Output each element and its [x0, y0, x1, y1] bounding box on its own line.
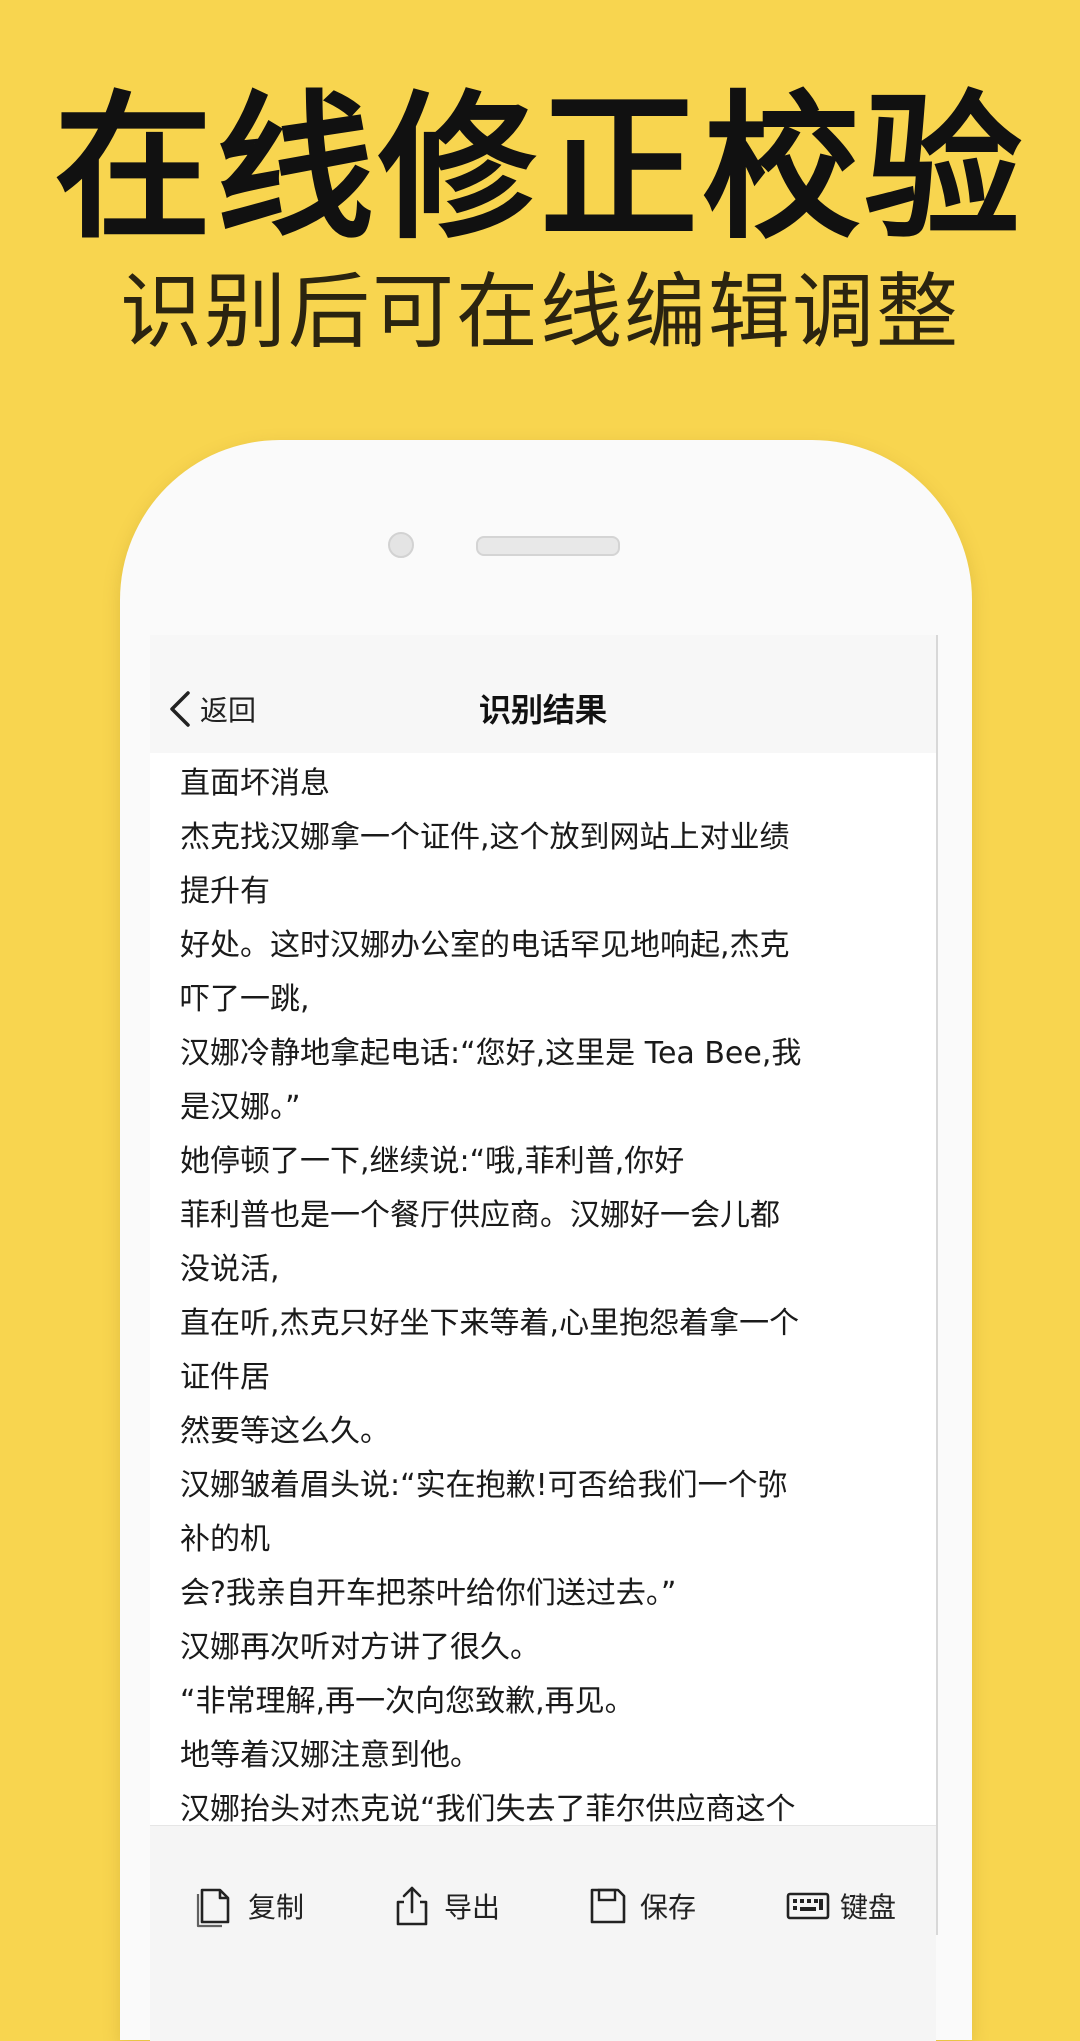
keyboard-icon: [786, 1892, 830, 1920]
bottom-toolbar: 复制 导出 保存 键盘: [150, 1825, 936, 2041]
save-icon: [590, 1888, 626, 1924]
text-line: 吓了一跳,: [180, 982, 310, 1017]
text-line: 菲利普也是一个餐厅供应商。汉娜好一会儿都: [180, 1198, 780, 1233]
text-line: “非常理解,再一次向您致歉,再见。: [180, 1684, 635, 1719]
text-line: 直在听,杰克只好坐下来等着,心里抱怨着拿一个: [180, 1306, 800, 1341]
export-button[interactable]: 导出: [390, 1881, 500, 1931]
text-line: 汉娜皱着眉头说:“实在抱歉!可否给我们一个弥: [180, 1468, 788, 1503]
text-line: 然要等这么久。: [180, 1414, 390, 1449]
text-line: 地等着汉娜注意到他。: [180, 1738, 480, 1773]
keyboard-label: 键盘: [840, 1891, 897, 1924]
text-line: 提升有: [180, 874, 270, 909]
save-button[interactable]: 保存: [586, 1881, 696, 1931]
text-line: 补的机: [180, 1522, 270, 1557]
text-line: 汉娜冷静地拿起电话:“您好,这里是 Tea Bee,我: [180, 1036, 802, 1071]
text-line: 杰克找汉娜拿一个证件,这个放到网站上对业绩: [180, 820, 790, 855]
share-export-icon: [396, 1886, 428, 1926]
text-line: 汉娜再次听对方讲了很久。: [180, 1630, 540, 1665]
recognized-text-area[interactable]: 直面坏消息 杰克找汉娜拿一个证件,这个放到网站上对业绩 提升有 好处。这时汉娜办…: [180, 757, 910, 1935]
page-title: 识别结果: [478, 691, 607, 729]
save-label: 保存: [640, 1891, 697, 1924]
text-line: 证件居: [180, 1360, 270, 1395]
copy-label: 复制: [248, 1891, 305, 1924]
text-line: 直面坏消息: [180, 766, 330, 801]
phone-camera: [388, 532, 414, 558]
text-line: 是汉娜。”: [180, 1090, 301, 1125]
navigation-bar: 返回 识别结果: [150, 635, 936, 753]
promo-subtitle: 识别后可在线编辑调整: [119, 265, 960, 360]
text-line: 好处。这时汉娜办公室的电话罕见地响起,杰克: [180, 928, 790, 963]
text-line: 她停顿了一下,继续说:“哦,菲利普,你好: [180, 1144, 685, 1179]
promo-title: 在线修正校验: [54, 77, 1026, 261]
keyboard-button[interactable]: 键盘: [786, 1881, 896, 1931]
text-line: 没说活,: [180, 1252, 280, 1287]
copy-button[interactable]: 复制: [194, 1881, 304, 1931]
copy-document-icon: [196, 1888, 230, 1928]
text-line: 会?我亲自开车把茶叶给你们送过去。”: [180, 1576, 677, 1611]
phone-mockup: 返回 识别结果 直面坏消息 杰克找汉娜拿一个证件,这个放到网站上对业绩 提升有 …: [120, 440, 972, 2041]
export-label: 导出: [444, 1891, 501, 1924]
phone-speaker: [476, 536, 620, 556]
app-screen: 返回 识别结果 直面坏消息 杰克找汉娜拿一个证件,这个放到网站上对业绩 提升有 …: [150, 635, 938, 1935]
